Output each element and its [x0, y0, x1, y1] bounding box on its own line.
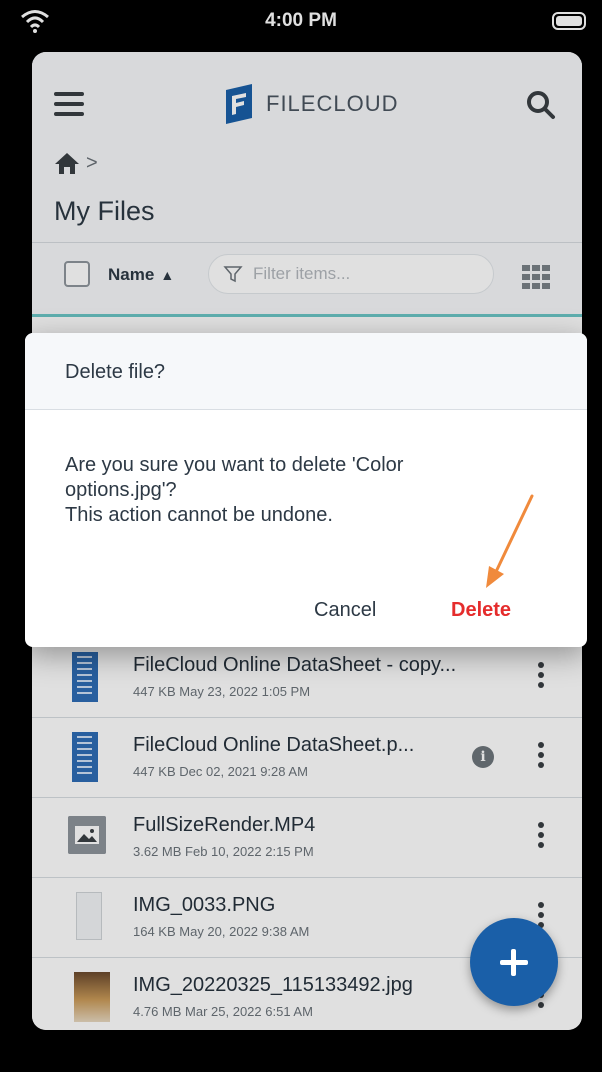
- add-fab-button[interactable]: [470, 918, 558, 1006]
- delete-confirmation-dialog: Delete file? Are you sure you want to de…: [25, 333, 587, 647]
- dialog-message-line: This action cannot be undone.: [65, 504, 333, 526]
- cancel-button[interactable]: Cancel: [314, 599, 376, 622]
- dialog-title: Delete file?: [65, 361, 166, 383]
- dialog-message-line: options.jpg'?: [65, 479, 177, 501]
- delete-button[interactable]: Delete: [451, 599, 511, 622]
- annotation-arrow-icon: [486, 494, 534, 588]
- dialog-message-line: Are you sure you want to delete 'Color: [65, 454, 404, 476]
- dialog-message: Are you sure you want to delete 'Color o…: [65, 453, 545, 528]
